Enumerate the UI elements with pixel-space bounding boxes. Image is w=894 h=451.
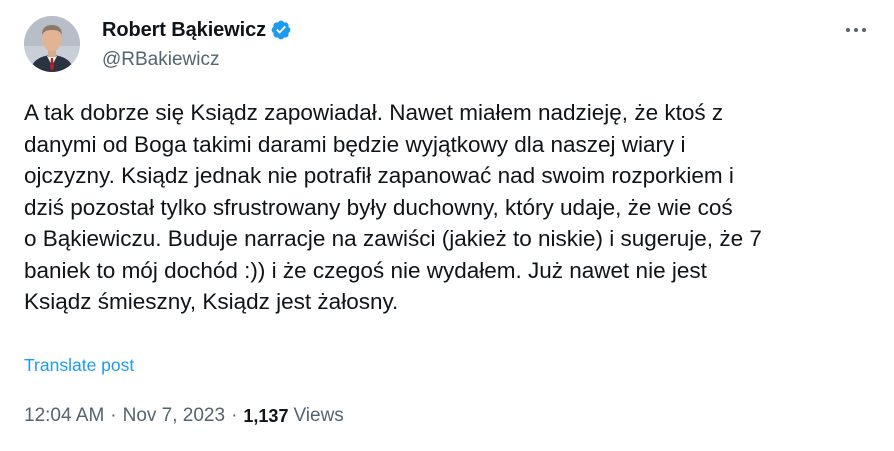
post-text-line: o Bąkiewiczu. Buduje narracje na zawiści… [24,226,762,251]
avatar[interactable] [24,16,80,72]
meta-separator: · [231,405,238,426]
post-time[interactable]: 12:04 AM [24,405,104,427]
post-text-line: baniek to mój dochód :)) i że czegoś nie… [24,257,707,283]
name-row: Robert Bąkiewicz [102,17,292,43]
meta-separator: · [110,405,117,426]
post-meta: 12:04 AM · Nov 7, 2023 · 1,137 Views [24,405,344,427]
tweet: Robert Bąkiewicz @RBakiewicz A tak dobrz… [0,0,894,451]
views-label: Views [293,405,344,426]
handle[interactable]: @RBakiewicz [102,49,292,71]
views-count[interactable]: 1,137 [243,406,288,427]
verified-badge-icon[interactable] [270,19,292,41]
post-text-line: danymi od Boga takimi darami będzie wyją… [24,131,686,157]
post-date[interactable]: Nov 7, 2023 [123,405,225,427]
post-text-line: dziś pozostał tylko sfrustrowany były du… [24,194,733,220]
author-block: Robert Bąkiewicz @RBakiewicz [102,17,292,71]
post-text: A tak dobrze się Ksiądz zapowiadał. Nawe… [24,97,874,318]
display-name[interactable]: Robert Bąkiewicz [102,19,266,42]
translate-post-link[interactable]: Translate post [24,355,134,376]
avatar-image [24,16,80,72]
post-text-line: Ksiądz śmieszny, Ksiądz jest żałosny. [24,289,399,314]
more-options-icon[interactable] [842,16,870,44]
post-text-line: A tak dobrze się Ksiądz zapowiadał. Nawe… [24,100,724,125]
post-text-line: ojczyzny. Ksiądz jednak nie potrafił zap… [24,163,734,188]
